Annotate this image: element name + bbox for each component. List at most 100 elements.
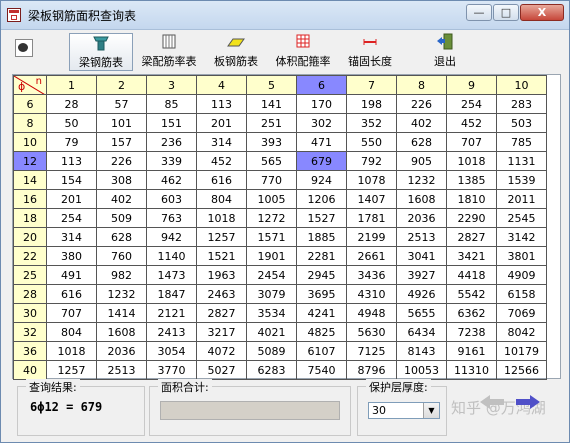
table-cell[interactable]: 7238 [446,322,497,342]
tool-slab-rebar[interactable]: 板钢筋表 [207,33,265,71]
table-cell[interactable]: 2545 [496,208,547,228]
table-cell[interactable]: 6362 [446,303,497,323]
table-cell[interactable]: 201 [46,189,97,209]
table-cell[interactable]: 170 [296,94,347,114]
table-cell[interactable]: 1206 [296,189,347,209]
table-cell[interactable]: 760 [96,246,147,266]
table-cell[interactable]: 1571 [246,227,297,247]
table-cell[interactable]: 1521 [196,246,247,266]
column-header-3[interactable]: 3 [146,75,197,95]
table-cell[interactable]: 1257 [196,227,247,247]
maximize-button[interactable]: □ [493,4,519,21]
table-cell[interactable]: 804 [196,189,247,209]
table-cell[interactable]: 982 [96,265,147,285]
table-cell[interactable]: 1018 [196,208,247,228]
table-cell[interactable]: 1078 [346,170,397,190]
table-cell[interactable]: 3695 [296,284,347,304]
table-cell[interactable]: 4948 [346,303,397,323]
tool-anchorage[interactable]: 锚固长度 [341,33,399,71]
tool-beam-ratio[interactable]: 梁配筋率表 [137,33,201,71]
row-header-diameter[interactable]: 18 [13,208,47,228]
row-header-diameter[interactable]: 16 [13,189,47,209]
row-header-diameter[interactable]: 25 [13,265,47,285]
table-cell[interactable]: 924 [296,170,347,190]
table-cell[interactable]: 8143 [396,341,447,361]
table-cell[interactable]: 491 [46,265,97,285]
toolbar-menu-icon[interactable] [15,39,33,57]
table-cell[interactable]: 2036 [396,208,447,228]
row-header-diameter[interactable]: 40 [13,360,47,380]
table-cell[interactable]: 5027 [196,360,247,380]
table-cell[interactable]: 352 [346,113,397,133]
table-cell[interactable]: 1131 [496,151,547,171]
table-cell[interactable]: 402 [396,113,447,133]
table-cell[interactable]: 79 [46,132,97,152]
table-cell[interactable]: 2661 [346,246,397,266]
table-cell[interactable]: 2827 [446,227,497,247]
table-cell[interactable]: 5630 [346,322,397,342]
table-cell[interactable]: 7069 [496,303,547,323]
table-cell[interactable]: 236 [146,132,197,152]
table-cell[interactable]: 2011 [496,189,547,209]
table-cell[interactable]: 8796 [346,360,397,380]
table-cell[interactable]: 1847 [146,284,197,304]
minimize-button[interactable]: — [466,4,492,21]
tool-stirrup-ratio[interactable]: 体积配箍率 [269,33,337,71]
table-cell[interactable]: 157 [96,132,147,152]
row-header-diameter[interactable]: 8 [13,113,47,133]
table-cell[interactable]: 380 [46,246,97,266]
table-cell[interactable]: 7125 [346,341,397,361]
table-cell[interactable]: 308 [96,170,147,190]
table-cell[interactable]: 3436 [346,265,397,285]
table-cell[interactable]: 3142 [496,227,547,247]
table-cell[interactable]: 314 [196,132,247,152]
table-cell[interactable]: 3079 [246,284,297,304]
table-cell[interactable]: 3054 [146,341,197,361]
table-cell[interactable]: 452 [446,113,497,133]
table-cell[interactable]: 785 [496,132,547,152]
table-cell[interactable]: 4310 [346,284,397,304]
table-cell[interactable]: 201 [196,113,247,133]
table-cell[interactable]: 393 [246,132,297,152]
table-cell[interactable]: 1407 [346,189,397,209]
table-cell[interactable]: 10179 [496,341,547,361]
table-cell[interactable]: 2513 [96,360,147,380]
table-cell[interactable]: 101 [96,113,147,133]
table-cell[interactable]: 616 [46,284,97,304]
row-header-diameter[interactable]: 22 [13,246,47,266]
table-cell[interactable]: 1539 [496,170,547,190]
table-cell[interactable]: 616 [196,170,247,190]
table-cell[interactable]: 57 [96,94,147,114]
table-cell[interactable]: 804 [46,322,97,342]
table-cell[interactable]: 1901 [246,246,297,266]
row-header-diameter[interactable]: 20 [13,227,47,247]
table-cell[interactable]: 226 [396,94,447,114]
table-cell[interactable]: 792 [346,151,397,171]
column-header-5[interactable]: 5 [246,75,297,95]
table-cell[interactable]: 4926 [396,284,447,304]
table-cell[interactable]: 905 [396,151,447,171]
table-cell[interactable]: 565 [246,151,297,171]
tool-exit[interactable]: 退出 [425,33,465,71]
table-cell[interactable]: 1385 [446,170,497,190]
table-cell[interactable]: 2290 [446,208,497,228]
table-cell[interactable]: 1608 [396,189,447,209]
table-cell[interactable]: 113 [46,151,97,171]
table-cell[interactable]: 4825 [296,322,347,342]
row-header-diameter[interactable]: 6 [13,94,47,114]
table-cell[interactable]: 6434 [396,322,447,342]
table-cell[interactable]: 2121 [146,303,197,323]
table-cell[interactable]: 2281 [296,246,347,266]
table-cell[interactable]: 5655 [396,303,447,323]
table-cell[interactable]: 154 [46,170,97,190]
close-button[interactable]: X [520,4,564,21]
table-cell[interactable]: 85 [146,94,197,114]
table-cell[interactable]: 2463 [196,284,247,304]
table-cell[interactable]: 5089 [246,341,297,361]
table-cell[interactable]: 3534 [246,303,297,323]
table-cell[interactable]: 1257 [46,360,97,380]
column-header-2[interactable]: 2 [96,75,147,95]
table-cell[interactable]: 462 [146,170,197,190]
table-cell[interactable]: 3927 [396,265,447,285]
table-cell[interactable]: 4909 [496,265,547,285]
